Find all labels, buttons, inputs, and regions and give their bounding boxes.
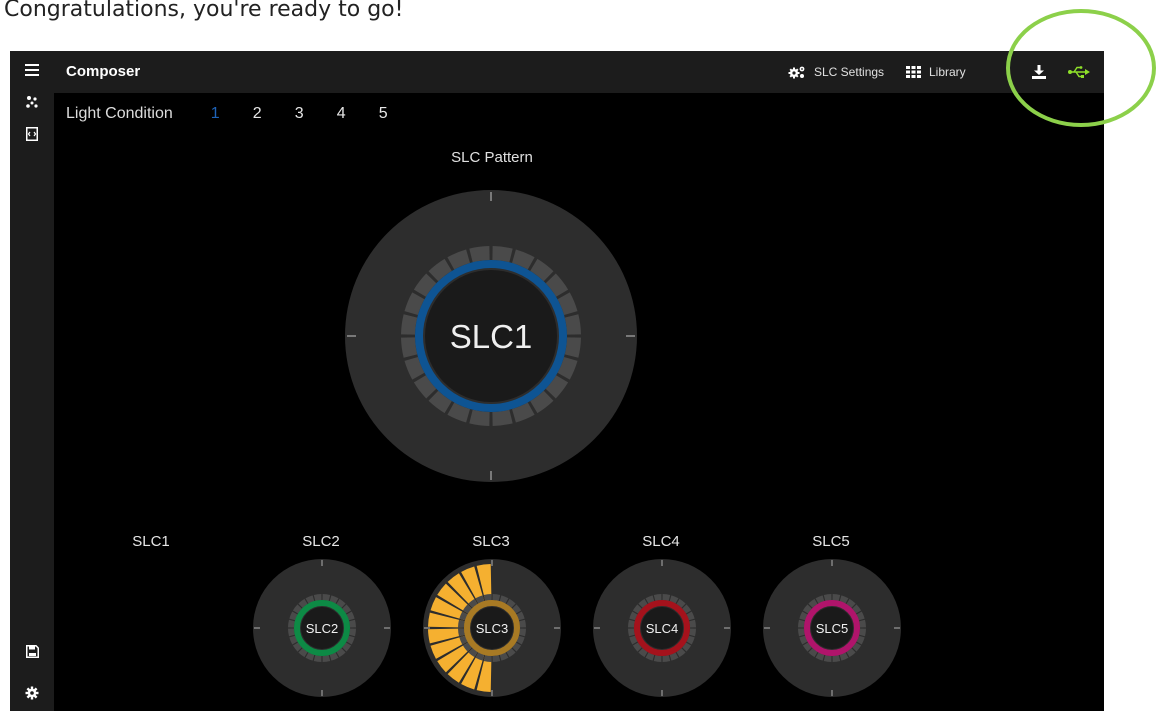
light-condition-selector: Light Condition 1 2 3 4 5: [66, 103, 421, 125]
light-condition-label: Light Condition: [66, 105, 173, 122]
menu-icon: [25, 64, 39, 76]
slc-settings-button[interactable]: SLC Settings: [788, 51, 884, 93]
slc4-dial[interactable]: SLC4: [592, 558, 732, 698]
left-sidebar: [10, 51, 54, 711]
gears-icon: [788, 66, 805, 79]
spark-icon: [26, 96, 38, 108]
slc5-ring-label: SLC5: [816, 621, 849, 636]
slc4-ring-label: SLC4: [646, 621, 679, 636]
ring-segment: [469, 246, 490, 263]
slc1-label: SLC1: [132, 533, 170, 550]
app-title: Composer: [66, 63, 141, 80]
save-icon: [25, 644, 39, 658]
ring-segment: [401, 337, 418, 358]
code-file-button[interactable]: [10, 118, 54, 150]
slc5-dial[interactable]: SLC5: [762, 558, 902, 698]
ring-segment: [492, 409, 513, 426]
slc2-ring-label: SLC2: [306, 621, 339, 636]
slc3-label: SLC3: [472, 533, 510, 550]
light-condition-option-3[interactable]: 3: [295, 105, 337, 123]
composer-app: Composer SLC Settings Library Light Cond…: [54, 51, 1104, 711]
slc-pattern-dial[interactable]: SLC1: [344, 189, 638, 483]
slc3-dial[interactable]: SLC3: [422, 558, 562, 698]
spark-nav-button[interactable]: [10, 86, 54, 118]
slc3-ring-label: SLC3: [476, 621, 509, 636]
light-condition-option-2[interactable]: 2: [253, 105, 295, 123]
slc5-label: SLC5: [812, 533, 850, 550]
ring-segment: [469, 409, 490, 426]
code-file-icon: [26, 127, 38, 141]
library-button[interactable]: Library: [906, 51, 966, 93]
slc2-dial[interactable]: SLC2: [252, 558, 392, 698]
caption-text: Congratulations, you're ready to go!: [4, 0, 404, 22]
usb-highlight-circle: [1006, 9, 1156, 127]
top-bar: Composer SLC Settings Library: [54, 51, 1104, 93]
library-label: Library: [929, 65, 966, 79]
ring-segment: [492, 246, 513, 263]
slc2-label: SLC2: [302, 533, 340, 550]
gear-icon: [25, 686, 39, 700]
ring-segment: [564, 337, 581, 358]
settings-button[interactable]: [10, 677, 54, 709]
grid-icon: [906, 66, 921, 78]
ring-segment: [401, 314, 418, 335]
light-condition-option-5[interactable]: 5: [379, 105, 421, 123]
light-condition-option-4[interactable]: 4: [337, 105, 379, 123]
save-button[interactable]: [10, 635, 54, 667]
slc4-label: SLC4: [642, 533, 680, 550]
pattern-center-label: SLC1: [450, 318, 533, 355]
slc-pattern-title: SLC Pattern: [451, 149, 533, 166]
ring-segment: [564, 314, 581, 335]
slc-settings-label: SLC Settings: [814, 65, 885, 79]
menu-button[interactable]: [10, 54, 54, 86]
light-condition-option-1[interactable]: 1: [211, 105, 253, 123]
